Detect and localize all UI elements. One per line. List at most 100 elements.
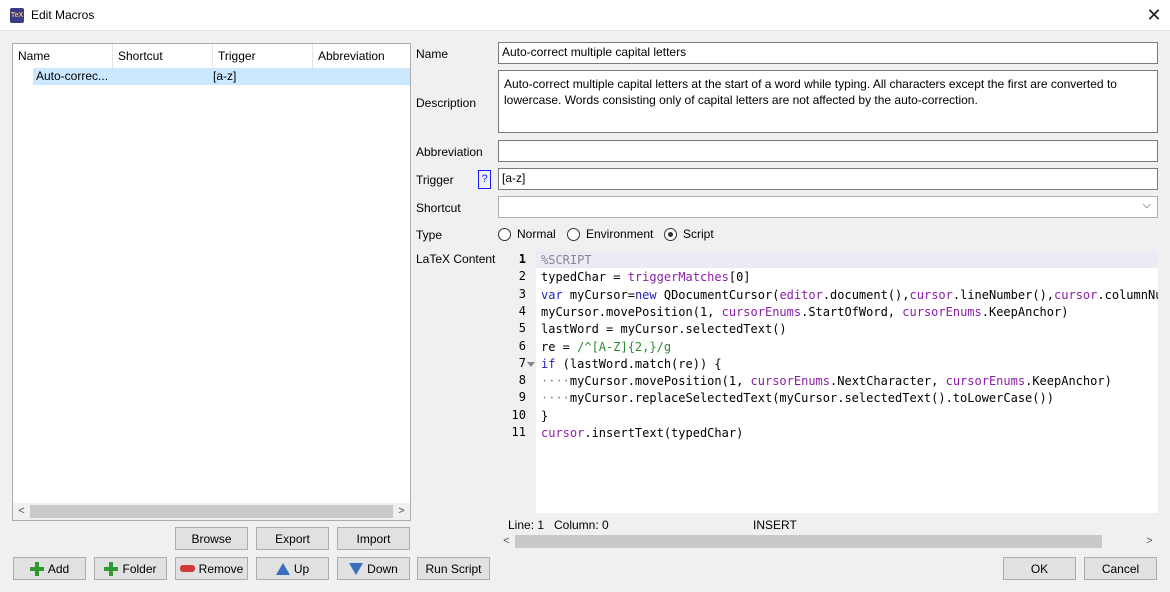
code-token: typedChar = bbox=[541, 270, 628, 285]
folder-button[interactable]: Folder bbox=[94, 557, 167, 580]
code-token: var bbox=[541, 287, 563, 302]
code-token: .columnNumb bbox=[1097, 287, 1158, 302]
shortcut-combobox[interactable]: ⌵ bbox=[498, 196, 1158, 218]
run-script-label: Run Script bbox=[425, 561, 482, 576]
code-token: cursor bbox=[541, 426, 585, 440]
code-line: myCursor.movePosition(1, cursorEnums.Sta… bbox=[541, 304, 1068, 321]
line-number: 11 bbox=[511, 425, 526, 439]
code-token: myCursor= bbox=[562, 287, 635, 302]
arrow-down-icon bbox=[349, 562, 364, 575]
cancel-button[interactable]: Cancel bbox=[1084, 557, 1157, 580]
scroll-left-icon[interactable]: < bbox=[498, 533, 515, 550]
export-label: Export bbox=[275, 531, 310, 546]
ok-label: OK bbox=[1030, 561, 1049, 576]
code-line: } bbox=[541, 408, 548, 425]
type-script-radio[interactable]: Script bbox=[664, 227, 714, 241]
tree-header: Name Shortcut Trigger Abbreviation bbox=[13, 44, 410, 68]
column-header-shortcut[interactable]: Shortcut bbox=[113, 44, 213, 68]
ok-button[interactable]: OK bbox=[1003, 557, 1076, 580]
fold-arrow-icon[interactable] bbox=[527, 362, 535, 367]
description-field[interactable]: Auto-correct multiple capital letters at… bbox=[498, 70, 1158, 133]
code-token: cursor bbox=[1054, 287, 1098, 302]
line-number: 6 bbox=[518, 338, 526, 353]
export-button[interactable]: Export bbox=[256, 527, 329, 550]
browse-button[interactable]: Browse bbox=[175, 527, 248, 550]
line-number: 8 bbox=[518, 373, 526, 388]
radio-circle-icon bbox=[498, 227, 511, 241]
code-line: ····myCursor.movePosition(1, cursorEnums… bbox=[541, 373, 1112, 390]
type-normal-radio[interactable]: Normal bbox=[498, 227, 556, 241]
chevron-down-icon[interactable]: ⌵ bbox=[1143, 199, 1151, 212]
down-button[interactable]: Down bbox=[337, 557, 410, 580]
code-token: re = bbox=[541, 339, 578, 354]
abbreviation-label: Abbreviation bbox=[416, 145, 483, 159]
row-name: Auto-correc... bbox=[36, 69, 109, 83]
scroll-right-icon[interactable]: > bbox=[393, 503, 410, 520]
run-script-button[interactable]: Run Script bbox=[417, 557, 490, 580]
abbreviation-field[interactable] bbox=[498, 140, 1158, 162]
code-token: new bbox=[634, 287, 657, 302]
code-token: if bbox=[541, 356, 556, 371]
trigger-label: Trigger bbox=[416, 173, 454, 187]
code-token: editor bbox=[779, 287, 823, 302]
close-icon[interactable]: ✕ bbox=[1144, 4, 1164, 26]
code-token: .document(), bbox=[822, 287, 910, 302]
code-line: var myCursor=new QDocumentCursor(editor.… bbox=[541, 287, 1158, 304]
code-token: myCursor.movePosition(1, bbox=[541, 304, 722, 319]
line-number: 4 bbox=[518, 303, 526, 318]
row-abbreviation bbox=[313, 68, 410, 85]
remove-button[interactable]: Remove bbox=[175, 557, 248, 580]
code-line: lastWord = myCursor.selectedText() bbox=[541, 321, 787, 338]
line-number: 1 bbox=[518, 252, 526, 266]
radio-circle-icon bbox=[567, 227, 580, 241]
code-token: .NextCharacter, bbox=[830, 374, 946, 389]
column-header-name[interactable]: Name bbox=[13, 44, 113, 68]
scroll-left-icon[interactable]: < bbox=[13, 503, 30, 520]
code-token: %SCRIPT bbox=[541, 253, 592, 267]
name-field[interactable]: Auto-correct multiple capital letters bbox=[498, 42, 1158, 64]
scrollbar-thumb[interactable] bbox=[30, 505, 393, 518]
latex-content-editor[interactable]: 1 2 3 4 5 6 7 8 9 10 11 %SCRIPT typedChar = triggerM… bbox=[498, 251, 1158, 513]
code-token: } bbox=[541, 408, 549, 423]
up-button[interactable]: Up bbox=[256, 557, 329, 580]
remove-label: Remove bbox=[198, 561, 244, 576]
code-token: myCursor.replaceSelectedText(myCursor.se… bbox=[569, 391, 1054, 406]
column-header-abbreviation[interactable]: Abbreviation bbox=[313, 44, 410, 68]
folder-label: Folder bbox=[122, 561, 157, 576]
line-number: 5 bbox=[518, 321, 526, 336]
add-button[interactable]: Add bbox=[13, 557, 86, 580]
editor-horizontal-scrollbar[interactable]: < > bbox=[498, 533, 1158, 550]
scrollbar-thumb[interactable] bbox=[515, 535, 1102, 548]
code-token: .KeepAnchor) bbox=[1025, 374, 1112, 389]
trigger-field[interactable]: [a-z] bbox=[498, 168, 1158, 190]
type-normal-label: Normal bbox=[517, 227, 556, 241]
plus-icon bbox=[29, 561, 44, 576]
tree-horizontal-scrollbar[interactable]: < > bbox=[13, 503, 410, 520]
import-button[interactable]: Import bbox=[337, 527, 410, 550]
arrow-up-icon bbox=[275, 562, 290, 575]
code-token: cursorEnums bbox=[721, 304, 802, 319]
code-token: (lastWord.match(re)) { bbox=[555, 356, 722, 371]
radio-checked-icon bbox=[664, 227, 677, 241]
line-number: 7 bbox=[518, 355, 526, 370]
code-token: QDocumentCursor( bbox=[656, 287, 780, 302]
app-icon: TeX bbox=[10, 8, 24, 23]
code-token: .StartOfWord, bbox=[801, 304, 903, 319]
browse-label: Browse bbox=[191, 531, 232, 546]
name-label: Name bbox=[416, 47, 449, 61]
tree-row[interactable]: Auto-correc... [a-z] bbox=[33, 68, 410, 85]
down-label: Down bbox=[367, 561, 398, 576]
up-label: Up bbox=[293, 561, 310, 576]
code-token: lastWord = myCursor.selectedText() bbox=[541, 322, 787, 337]
import-label: Import bbox=[356, 531, 391, 546]
latex-content-label: LaTeX Content bbox=[416, 252, 496, 266]
shortcut-label: Shortcut bbox=[416, 201, 461, 215]
scroll-right-icon[interactable]: > bbox=[1141, 533, 1158, 550]
code-line: re = /^[A-Z]{2,}/g bbox=[541, 339, 671, 356]
macro-tree[interactable]: Name Shortcut Trigger Abbreviation Auto-… bbox=[12, 43, 411, 521]
code-line: ····myCursor.replaceSelectedText(myCurso… bbox=[541, 390, 1054, 407]
type-environment-radio[interactable]: Environment bbox=[567, 227, 653, 241]
code-token: .insertText(typedChar) bbox=[584, 426, 744, 440]
column-header-trigger[interactable]: Trigger bbox=[213, 44, 313, 68]
trigger-help-icon[interactable]: ? bbox=[478, 170, 491, 189]
